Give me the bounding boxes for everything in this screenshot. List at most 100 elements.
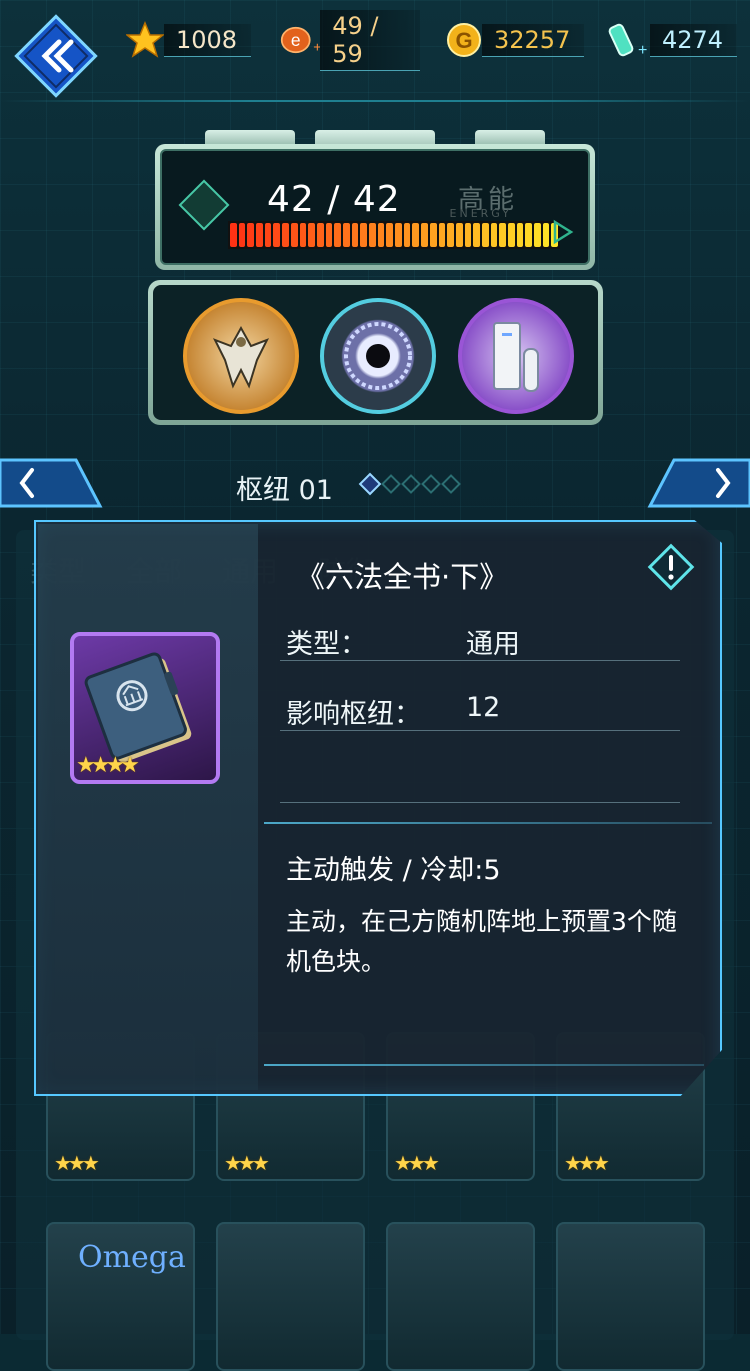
item-card[interactable] <box>386 1222 535 1371</box>
energy-label-en: ENERGY <box>449 207 512 220</box>
energy-segment <box>325 223 333 247</box>
energy-segment <box>508 223 515 247</box>
energy-panel: 42 / 42 高能 ENERGY <box>155 130 595 270</box>
energy-segment <box>438 223 446 247</box>
bottom-divider <box>264 1064 704 1066</box>
energy-segment <box>256 223 263 247</box>
energy-segment <box>490 223 498 247</box>
energy-bar <box>228 221 560 249</box>
dialog-left-panel <box>38 524 258 1090</box>
eye-lens-icon <box>344 322 412 390</box>
energy-segment <box>351 223 359 247</box>
item-card[interactable] <box>556 1222 705 1371</box>
item-card[interactable] <box>216 1222 365 1371</box>
item-icon-frame: ★★★★ <box>70 632 220 784</box>
chevron-right-icon <box>647 458 750 508</box>
energy-plus-icon: e + <box>280 26 320 54</box>
energy-segment <box>273 223 281 247</box>
energy-segment <box>316 223 324 247</box>
energy-segment <box>299 223 307 247</box>
skill-trigger: 主动触发 / 冷却:5 <box>286 855 501 886</box>
prev-page-button[interactable] <box>0 456 105 510</box>
energy-segment <box>308 223 315 247</box>
double-chevron-left-icon <box>14 14 98 98</box>
energy-segment <box>473 223 480 247</box>
energy-display: 42 / 42 高能 ENERGY <box>160 149 590 265</box>
energy-segment <box>238 223 246 247</box>
pivot-slot-2[interactable] <box>320 298 436 414</box>
svg-text:G: G <box>455 28 472 53</box>
energy-segment <box>230 223 237 247</box>
item-detail-dialog: 《六法全书·下》 ★★★★ 类型： 通用 影响枢纽： 12 主动触发 / 冷却:… <box>34 520 722 1096</box>
star-icon <box>126 21 164 58</box>
energy-count: 42 / 42 <box>267 179 401 220</box>
energy-segment <box>377 223 385 247</box>
header-divider <box>0 100 750 102</box>
skill-description: 主动，在己方随机阵地上预置3个随机色块。 <box>286 907 677 976</box>
energy-segment <box>542 223 550 247</box>
energy-segment <box>516 223 524 247</box>
energy-segment <box>360 223 367 247</box>
energy-segment <box>447 223 454 247</box>
row-divider <box>280 730 680 731</box>
energy-segment <box>282 223 289 247</box>
gold-coin-icon: G <box>447 23 481 57</box>
page-dot[interactable] <box>441 474 461 494</box>
influence-value: 12 <box>466 692 501 723</box>
svg-text:e: e <box>291 30 301 50</box>
row-divider <box>280 660 680 661</box>
card-stars: ★★★ <box>224 1151 270 1175</box>
pivot-slot-3[interactable] <box>458 298 574 414</box>
energy-segment <box>455 223 463 247</box>
page-dot[interactable] <box>421 474 441 494</box>
energy-segment <box>499 223 506 247</box>
pivot-slots-panel <box>148 280 603 425</box>
potion-value: 4274 <box>650 23 738 57</box>
energy-value: 49 / 59 <box>320 9 420 71</box>
energy-segment <box>525 223 533 247</box>
page-dot[interactable] <box>381 474 401 494</box>
gold-value: 32257 <box>482 23 585 57</box>
pivot-title: 枢纽 01 <box>236 475 333 506</box>
energy-segment <box>264 223 272 247</box>
dialog-body <box>34 520 722 1096</box>
game-console-icon <box>493 322 539 392</box>
svg-text:+: + <box>313 38 320 54</box>
energy-segment <box>481 223 489 247</box>
card-stars: ★★★ <box>394 1151 440 1175</box>
type-value: 通用 <box>466 629 520 660</box>
pivot-slot-1[interactable] <box>183 298 299 414</box>
energy-segment <box>247 223 255 247</box>
item-stars: ★★★★ <box>76 753 140 778</box>
gold-stat: G 32257 <box>446 22 586 58</box>
card-stars: ★★★ <box>564 1151 610 1175</box>
energy-segment <box>290 223 298 247</box>
back-button[interactable] <box>14 14 98 98</box>
energy-segment <box>386 223 394 247</box>
energy-segment <box>534 223 541 247</box>
energy-segment <box>369 223 376 247</box>
energy-segment <box>464 223 472 247</box>
energy-segment <box>412 223 420 247</box>
energy-frame: 42 / 42 高能 ENERGY <box>155 144 595 270</box>
chevron-left-icon <box>0 458 103 508</box>
hub-icon <box>178 179 230 231</box>
item-card[interactable]: Omega <box>46 1222 195 1371</box>
page-indicator <box>358 472 461 496</box>
influence-label: 影响枢纽： <box>286 699 421 730</box>
info-button[interactable] <box>646 542 696 592</box>
play-arrow-icon <box>553 219 574 245</box>
next-page-button[interactable] <box>645 456 750 510</box>
omega-card-title: Omega <box>78 1240 186 1275</box>
energy-stat[interactable]: e + 49 / 59 <box>280 9 420 71</box>
energy-segment <box>395 223 402 247</box>
potion-stat[interactable]: + 4274 <box>606 22 744 59</box>
page-dot[interactable] <box>358 472 382 496</box>
page-dot[interactable] <box>401 474 421 494</box>
exclamation-diamond-icon <box>647 543 695 591</box>
potion-plus-icon: + <box>608 23 647 59</box>
angel-robot-icon <box>212 325 270 389</box>
item-title: 《六法全书·下》 <box>296 560 509 594</box>
card-stars: ★★★ <box>54 1151 100 1175</box>
stars-stat: 1008 <box>126 21 261 58</box>
